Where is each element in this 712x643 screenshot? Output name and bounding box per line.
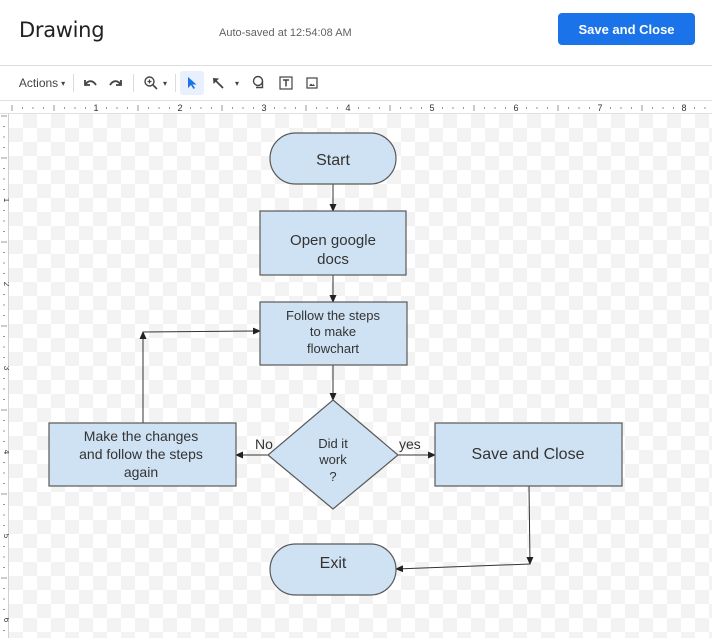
- line-icon: [213, 78, 224, 89]
- dropdown-arrow-icon: ▾: [234, 78, 239, 88]
- edge-label-no: No: [255, 436, 273, 452]
- ruler-label: 5: [429, 103, 434, 113]
- vertical-ruler: 1 2 3 4 5 6: [0, 114, 11, 638]
- toolbar-divider: [175, 74, 176, 92]
- undo-icon: [84, 80, 97, 86]
- ruler-label: 2: [177, 103, 182, 113]
- node-open-docs-line2: docs: [317, 251, 349, 268]
- zoom-button[interactable]: ▾: [139, 71, 171, 95]
- node-open-docs-line1: Open google: [290, 232, 376, 249]
- horizontal-ruler: 1 2 3 4 5 6 7 8: [0, 100, 712, 114]
- node-follow-steps[interactable]: Follow the steps to make flowchart: [259, 301, 408, 366]
- arrow-changes-loop-right[interactable]: [142, 327, 261, 335]
- node-make-changes-line2: and follow the steps: [79, 446, 203, 462]
- dropdown-arrow-icon: ▾: [162, 78, 167, 88]
- textbox-icon: [279, 76, 293, 90]
- actions-label: Actions: [18, 76, 59, 90]
- ruler-label: 7: [597, 103, 602, 113]
- zoom-icon: [144, 76, 158, 90]
- redo-icon: [109, 80, 122, 86]
- actions-menu[interactable]: Actions ▾: [16, 71, 68, 95]
- ruler-label: 3: [2, 366, 9, 371]
- node-save-close-label: Save and Close: [472, 446, 585, 463]
- dialog-title: Drawing: [19, 18, 105, 42]
- select-icon: [188, 77, 197, 89]
- drawing-canvas[interactable]: Start Open google docs Follow the steps …: [9, 114, 712, 638]
- arrow-save-to-exit[interactable]: [395, 563, 531, 573]
- autosave-status: Auto-saved at 12:54:08 AM: [219, 27, 352, 39]
- ruler-label: 4: [2, 450, 9, 455]
- node-make-changes-line3: again: [124, 464, 158, 480]
- redo-button[interactable]: [105, 71, 127, 95]
- node-make-changes-line1: Make the changes: [84, 428, 198, 444]
- node-decision-line1: Did it: [318, 436, 348, 451]
- image-icon: [306, 77, 318, 89]
- node-start[interactable]: Start: [269, 132, 397, 185]
- dropdown-arrow-icon: ▾: [61, 78, 66, 88]
- ruler-label: 8: [681, 103, 686, 113]
- ruler-label: 4: [345, 103, 350, 113]
- node-decision-line2: work: [318, 452, 347, 467]
- horizontal-ruler-ticks: 1 2 3 4 5 6 7 8: [11, 103, 706, 113]
- arrow-save-down[interactable]: [526, 485, 534, 565]
- flowchart: Start Open google docs Follow the steps …: [48, 132, 623, 596]
- select-tool-button[interactable]: [180, 71, 204, 95]
- toolbar: Actions ▾ ▾ ▾: [0, 66, 712, 100]
- ruler-label: 6: [2, 618, 9, 623]
- line-dropdown[interactable]: ▾: [230, 71, 244, 95]
- ruler-label: 5: [2, 534, 9, 539]
- toolbar-divider: [133, 74, 134, 92]
- ruler-label: 1: [2, 198, 9, 203]
- textbox-tool-button[interactable]: [275, 71, 297, 95]
- ruler-label: 2: [2, 282, 9, 287]
- drawing-header: Drawing Auto-saved at 12:54:08 AM Save a…: [0, 0, 712, 66]
- ruler-label: 3: [261, 103, 266, 113]
- undo-button[interactable]: [79, 71, 101, 95]
- node-start-label: Start: [316, 152, 350, 169]
- node-open-docs[interactable]: Open google docs: [259, 210, 407, 276]
- ruler-label: 1: [93, 103, 98, 113]
- toolbar-divider: [73, 74, 74, 92]
- node-exit[interactable]: Exit: [269, 543, 397, 596]
- node-follow-steps-line1: Follow the steps: [286, 308, 380, 323]
- node-save-close[interactable]: Save and Close: [434, 422, 623, 487]
- shape-icon: [252, 75, 264, 89]
- node-follow-steps-line2: to make: [310, 324, 356, 339]
- edge-label-yes: yes: [399, 436, 421, 452]
- save-and-close-button[interactable]: Save and Close: [558, 13, 695, 45]
- node-exit-label: Exit: [320, 555, 347, 572]
- node-make-changes[interactable]: Make the changes and follow the steps ag…: [48, 422, 237, 487]
- node-follow-steps-line3: flowchart: [307, 341, 359, 356]
- node-decision[interactable]: Did it work ?: [267, 399, 399, 510]
- node-decision-line3: ?: [329, 469, 336, 484]
- ruler-label: 6: [513, 103, 518, 113]
- image-tool-button[interactable]: [301, 71, 323, 95]
- shape-tool-button[interactable]: [249, 71, 271, 95]
- line-tool-button[interactable]: [207, 71, 229, 95]
- vertical-ruler-ticks: 1 2 3 4 5 6: [1, 115, 11, 631]
